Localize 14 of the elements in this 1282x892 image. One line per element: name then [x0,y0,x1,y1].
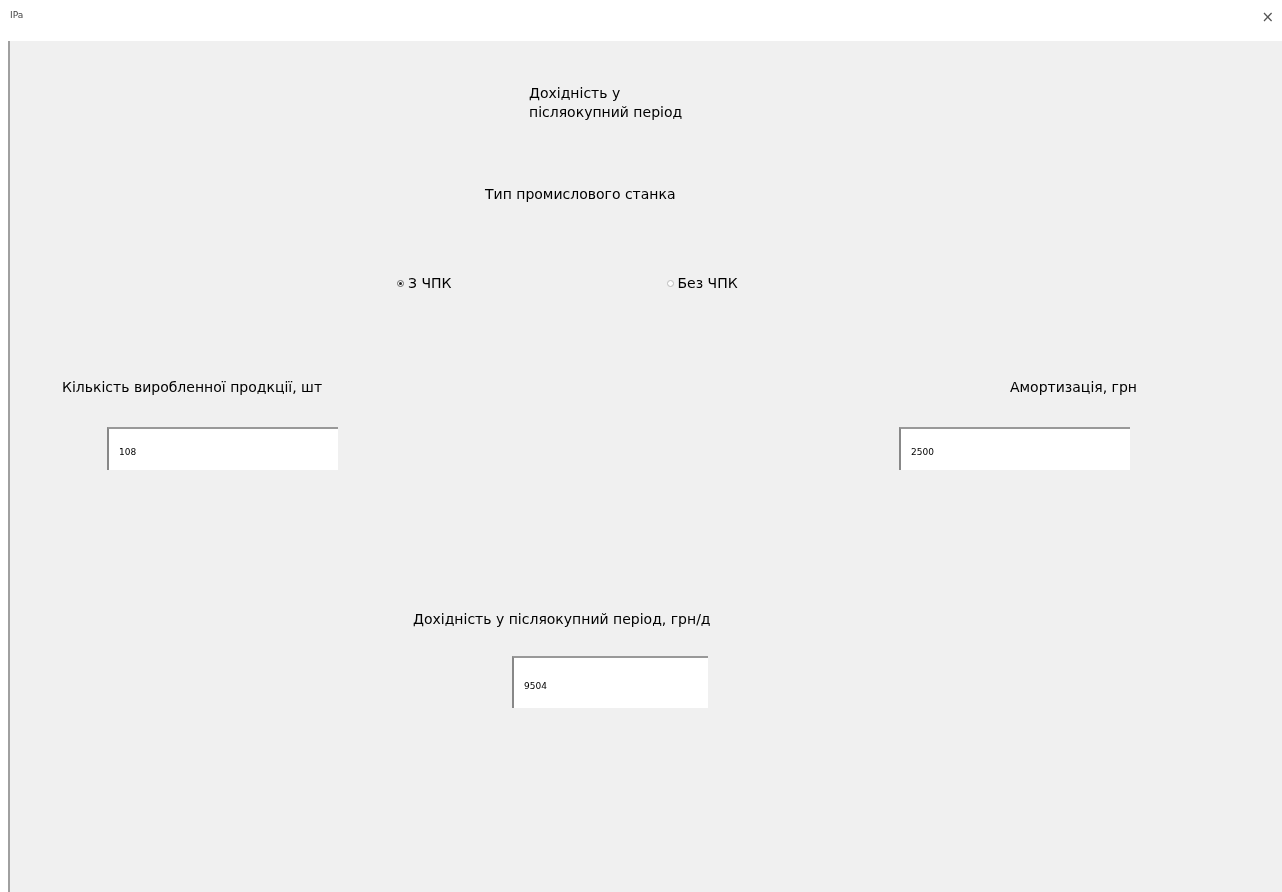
heading: Дохідність у післяокупний період [528,84,683,122]
radio-dot-icon[interactable] [666,279,674,287]
input-field[interactable]: 108 [107,427,338,470]
window-title: IPa [10,10,24,20]
field-label: Кількість виробленної продкції, шт [62,379,323,395]
input-field[interactable]: 9504 [512,656,708,708]
radio-button[interactable]: З ЧПК [397,275,452,291]
radio-button[interactable]: Без ЧПК [666,275,738,291]
field-label: Дохідність у післяокупний період, грн/д [412,611,711,627]
close-button[interactable]: × [1259,8,1276,26]
group-label: Тип промислового станка [484,186,676,202]
radio-dot-icon[interactable] [397,279,404,287]
input-field[interactable]: 2500 [899,427,1130,470]
field-label: Амортизація, грн [1010,379,1137,395]
